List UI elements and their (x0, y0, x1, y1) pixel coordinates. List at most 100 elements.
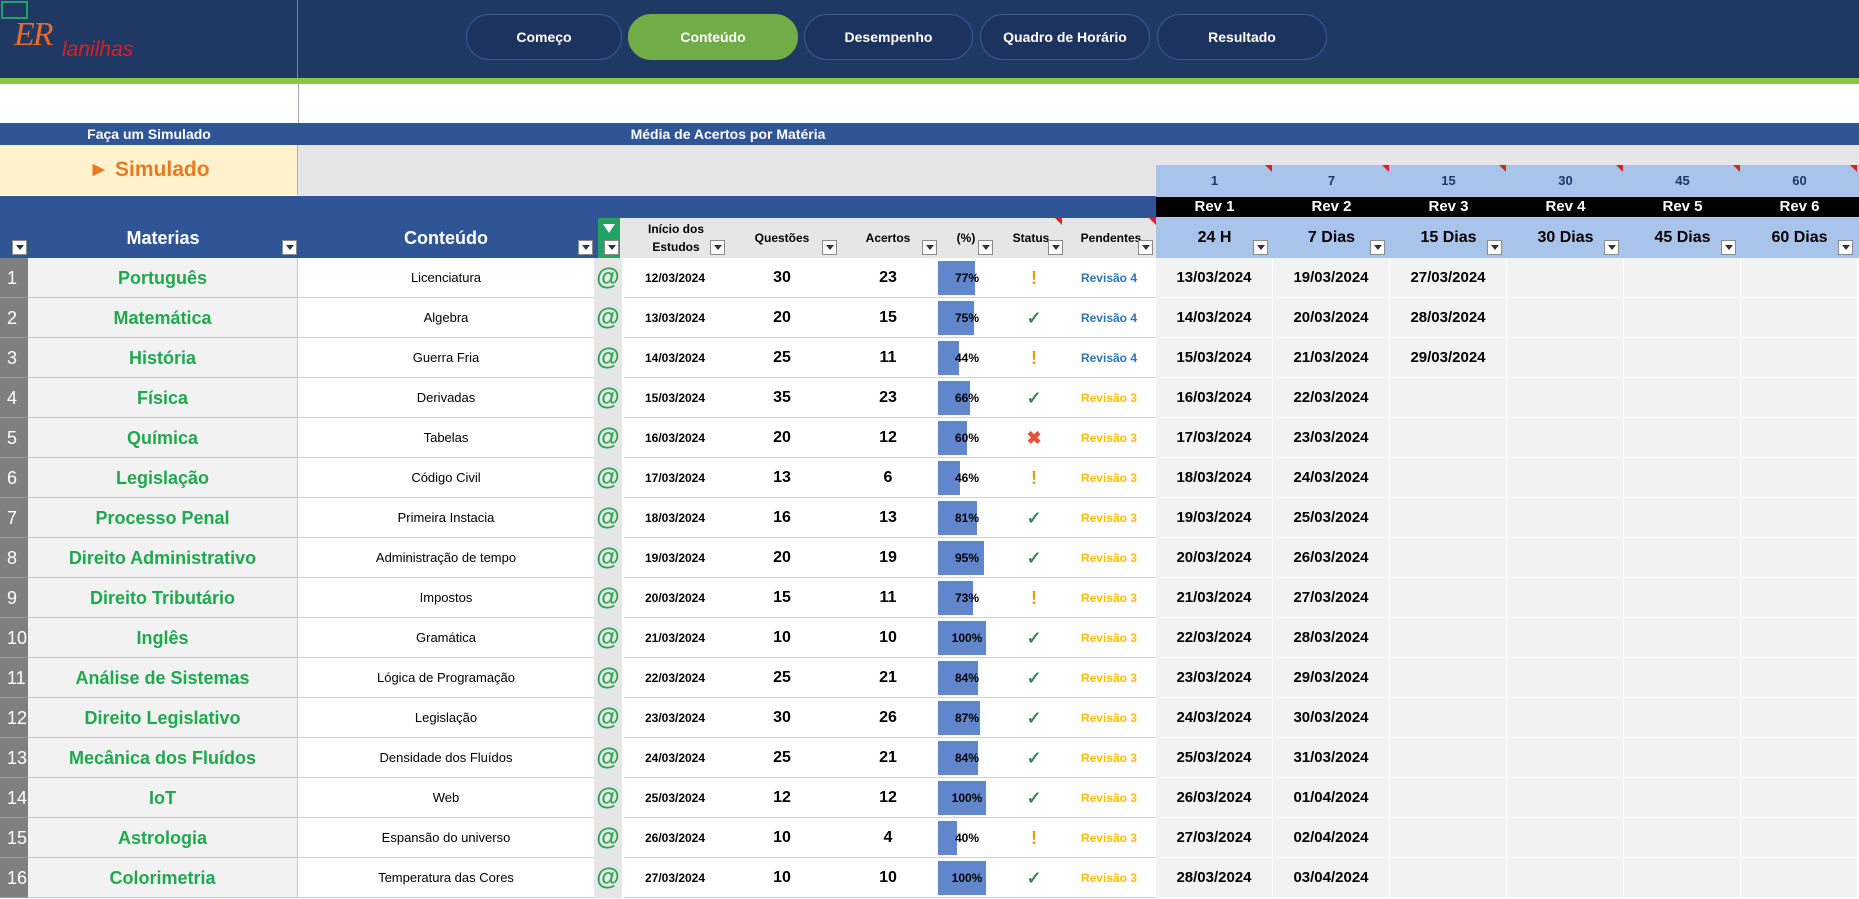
at-link-icon[interactable]: @ (594, 698, 622, 738)
revision-date-cell[interactable] (1390, 458, 1507, 498)
revision-date-cell[interactable] (1741, 778, 1858, 818)
revision-date-cell[interactable] (1741, 698, 1858, 738)
row-number[interactable]: 10 (0, 618, 28, 658)
revision-date-cell[interactable]: 28/03/2024 (1156, 858, 1273, 898)
check-icon[interactable]: ✓ (1006, 858, 1062, 898)
revision-date-cell[interactable]: 26/03/2024 (1156, 778, 1273, 818)
filter-button-rev2[interactable] (1370, 240, 1385, 255)
revision-date-cell[interactable] (1624, 858, 1741, 898)
nav-button-2[interactable]: Conteúdo (628, 14, 798, 60)
revision-date-cell[interactable]: 24/03/2024 (1273, 458, 1390, 498)
check-icon[interactable]: ✓ (1006, 658, 1062, 698)
questoes-cell[interactable]: 25 (726, 738, 838, 778)
revision-date-cell[interactable] (1507, 538, 1624, 578)
at-link-icon[interactable]: @ (594, 538, 622, 578)
revision-date-cell[interactable] (1507, 578, 1624, 618)
revision-date-cell[interactable]: 02/04/2024 (1273, 818, 1390, 858)
questoes-cell[interactable]: 20 (726, 418, 838, 458)
simulado-button[interactable]: ► Simulado (0, 145, 298, 195)
revision-date-cell[interactable] (1507, 258, 1624, 298)
nav-button-3[interactable]: Desempenho (804, 14, 973, 60)
conteudo-cell[interactable]: Espansão do universo (298, 818, 594, 858)
nav-button-5[interactable]: Resultado (1157, 14, 1327, 60)
pendente-cell[interactable]: Revisão 3 (1062, 418, 1156, 458)
at-link-icon[interactable]: @ (594, 658, 622, 698)
questoes-cell[interactable]: 13 (726, 458, 838, 498)
inicio-cell[interactable]: 17/03/2024 (624, 458, 726, 498)
row-number[interactable]: 13 (0, 738, 28, 778)
revision-date-cell[interactable] (1507, 658, 1624, 698)
filter-button-conteudo[interactable] (578, 240, 593, 255)
percent-cell[interactable]: 100% (938, 778, 1006, 818)
pendente-cell[interactable]: Revisão 4 (1062, 298, 1156, 338)
revision-date-cell[interactable] (1390, 658, 1507, 698)
check-icon[interactable]: ✓ (1006, 698, 1062, 738)
percent-cell[interactable]: 84% (938, 658, 1006, 698)
revision-date-cell[interactable] (1624, 778, 1741, 818)
revision-date-cell[interactable] (1507, 418, 1624, 458)
revision-date-cell[interactable] (1624, 658, 1741, 698)
at-link-icon[interactable]: @ (594, 258, 622, 298)
acertos-cell[interactable]: 10 (838, 858, 938, 898)
inicio-cell[interactable]: 25/03/2024 (624, 778, 726, 818)
revision-date-cell[interactable] (1507, 298, 1624, 338)
revision-date-cell[interactable]: 23/03/2024 (1273, 418, 1390, 458)
row-number[interactable]: 15 (0, 818, 28, 858)
revision-date-cell[interactable] (1624, 378, 1741, 418)
filter-button-inicio[interactable] (710, 240, 725, 255)
revision-date-cell[interactable] (1507, 858, 1624, 898)
revision-date-cell[interactable]: 21/03/2024 (1156, 578, 1273, 618)
inicio-cell[interactable]: 21/03/2024 (624, 618, 726, 658)
acertos-cell[interactable]: 11 (838, 578, 938, 618)
revision-date-cell[interactable] (1624, 258, 1741, 298)
acertos-cell[interactable]: 4 (838, 818, 938, 858)
revision-date-cell[interactable]: 27/03/2024 (1390, 258, 1507, 298)
revision-date-cell[interactable] (1741, 538, 1858, 578)
revision-date-cell[interactable]: 20/03/2024 (1273, 298, 1390, 338)
conteudo-cell[interactable]: Código Civil (298, 458, 594, 498)
materia-cell[interactable]: Química (28, 418, 298, 458)
acertos-cell[interactable]: 19 (838, 538, 938, 578)
materia-cell[interactable]: Inglês (28, 618, 298, 658)
revision-date-cell[interactable]: 28/03/2024 (1390, 298, 1507, 338)
conteudo-cell[interactable]: Web (298, 778, 594, 818)
revision-date-cell[interactable] (1624, 618, 1741, 658)
percent-cell[interactable]: 44% (938, 338, 1006, 378)
questoes-cell[interactable]: 25 (726, 658, 838, 698)
revision-date-cell[interactable] (1390, 538, 1507, 578)
revision-date-cell[interactable] (1741, 578, 1858, 618)
conteudo-cell[interactable]: Gramática (298, 618, 594, 658)
conteudo-cell[interactable]: Administração de tempo (298, 538, 594, 578)
questoes-cell[interactable]: 30 (726, 258, 838, 298)
at-link-icon[interactable]: @ (594, 738, 622, 778)
materia-cell[interactable]: Processo Penal (28, 498, 298, 538)
acertos-cell[interactable]: 21 (838, 658, 938, 698)
questoes-cell[interactable]: 12 (726, 778, 838, 818)
revision-date-cell[interactable]: 17/03/2024 (1156, 418, 1273, 458)
row-number[interactable]: 6 (0, 458, 28, 498)
revision-date-cell[interactable] (1624, 298, 1741, 338)
questoes-cell[interactable]: 20 (726, 298, 838, 338)
materia-cell[interactable]: Mecânica dos Fluídos (28, 738, 298, 778)
revision-date-cell[interactable]: 24/03/2024 (1156, 698, 1273, 738)
revision-date-cell[interactable]: 18/03/2024 (1156, 458, 1273, 498)
revision-date-cell[interactable]: 25/03/2024 (1273, 498, 1390, 538)
questoes-cell[interactable]: 10 (726, 818, 838, 858)
acertos-cell[interactable]: 11 (838, 338, 938, 378)
revision-date-cell[interactable] (1624, 538, 1741, 578)
materia-cell[interactable]: Matemática (28, 298, 298, 338)
percent-cell[interactable]: 81% (938, 498, 1006, 538)
questoes-cell[interactable]: 25 (726, 338, 838, 378)
warning-icon[interactable]: ! (1006, 578, 1062, 618)
revision-date-cell[interactable] (1624, 498, 1741, 538)
revision-date-cell[interactable] (1507, 498, 1624, 538)
revision-date-cell[interactable] (1624, 698, 1741, 738)
percent-cell[interactable]: 100% (938, 858, 1006, 898)
at-link-icon[interactable]: @ (594, 498, 622, 538)
revision-date-cell[interactable]: 25/03/2024 (1156, 738, 1273, 778)
revision-date-cell[interactable]: 13/03/2024 (1156, 258, 1273, 298)
revision-date-cell[interactable]: 23/03/2024 (1156, 658, 1273, 698)
questoes-cell[interactable]: 16 (726, 498, 838, 538)
pendente-cell[interactable]: Revisão 3 (1062, 538, 1156, 578)
row-number[interactable]: 16 (0, 858, 28, 898)
